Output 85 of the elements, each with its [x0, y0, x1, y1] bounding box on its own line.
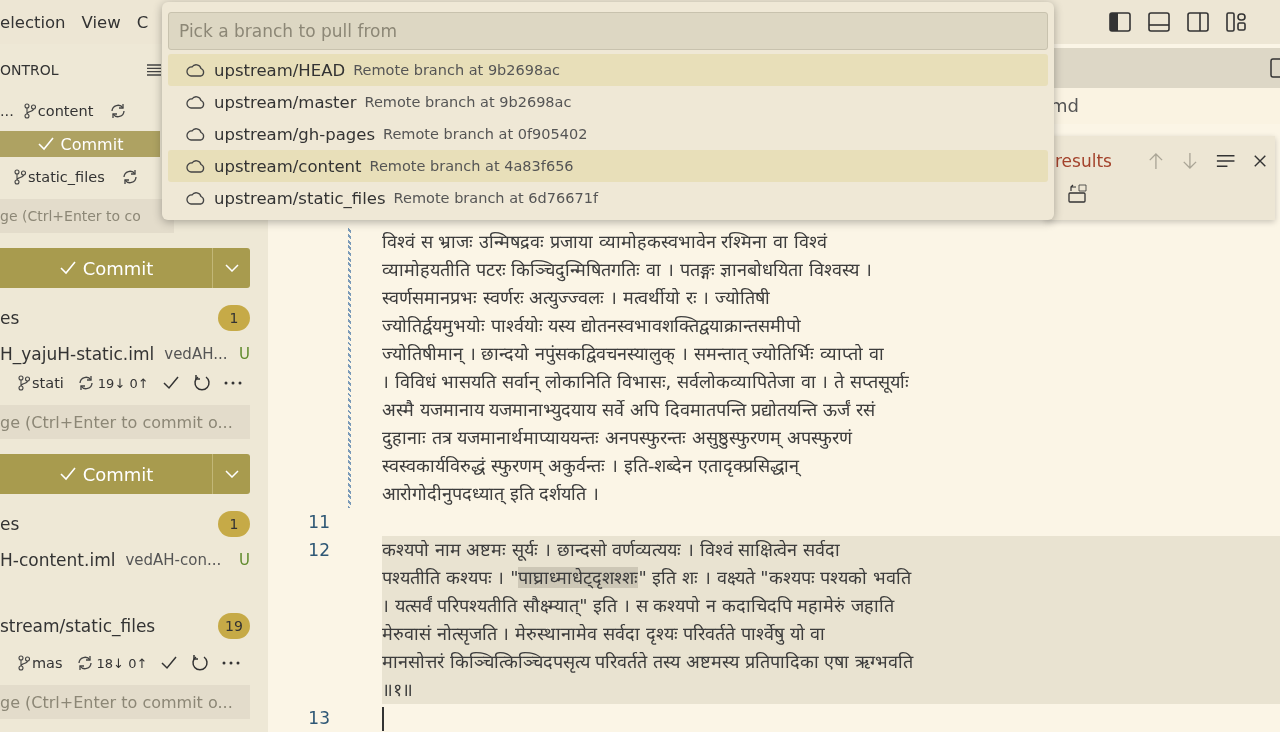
sync-icon: [109, 103, 128, 119]
chevron-down-icon: [224, 264, 239, 272]
branch-icon: [23, 103, 36, 119]
refresh-icon[interactable]: [191, 654, 210, 672]
line-number: 11: [308, 511, 330, 534]
sync-status[interactable]: [120, 169, 139, 185]
code-text: स्वस्वकार्यविरुद्धं स्फुरणम् अकुर्वन्तः । इति-शब्देन एतादृक्प्रसिद्धान्: [382, 454, 802, 479]
check-icon: [58, 466, 77, 482]
file-status: U: [239, 551, 250, 569]
cloud-icon: [186, 63, 206, 77]
branch-status[interactable]: content: [23, 103, 94, 119]
commit-message-field[interactable]: ge (Ctrl+Enter to co: [0, 199, 174, 233]
menu-item[interactable]: View: [81, 12, 121, 32]
code-text: । विविधं भासयति सर्वान् लोकानिति विभासः, सर्वलोकव्यापितेजा वा । ते सप्तसूर्याः: [382, 370, 910, 395]
group-label[interactable]: es: [0, 514, 20, 534]
sync-icon: [120, 169, 139, 185]
file-path: vedAH-con...: [125, 551, 223, 569]
repo-name[interactable]: stream/static_files: [0, 616, 156, 636]
branch-status[interactable]: stati: [18, 375, 64, 391]
branch-option[interactable]: upstream/master Remote branch at 9b2698ac: [168, 86, 1048, 118]
view-as-list-icon[interactable]: [146, 63, 162, 77]
branch-status[interactable]: mas: [18, 655, 63, 671]
code-text: । यत्सर्वं परिपश्यतीति सौक्ष्म्यात्" इति । स कश्यपो न कदाचिदपि महामेरुं जहाति: [382, 594, 896, 619]
count-badge: 1: [218, 511, 250, 537]
branch-option[interactable]: upstream/gh-pages Remote branch at 0f905402: [168, 118, 1048, 150]
code-text: ॥१॥: [382, 678, 414, 702]
sidebar-title: ONTROL: [0, 62, 59, 78]
sync-icon: [75, 655, 94, 671]
panel-toggle-icon[interactable]: [1148, 12, 1170, 32]
code-text: आरोगोदीनुपदध्यात् इति दर्शयति ।: [382, 482, 601, 507]
sync-icon: [76, 375, 95, 391]
code-text: ज्योतिषीमान् । छान्दयो नपुंसकद्विवचनस्यालुक् । समन्तात् ज्योतिर्भिः व्याप्तो वा: [382, 342, 885, 367]
code-text: मेरुवासं नोत्सृजति । मेरुस्थानामेव सर्वदा दृश्यः परिवर्तते पार्श्वेषु यो वा: [382, 622, 827, 647]
branch-icon: [18, 655, 30, 671]
sync-status[interactable]: [109, 103, 128, 119]
code-text: पश्यतीति कश्यपः । "पाघ्राध्माधेट्दृशश्शः" इति शः । वक्ष्यते "कश्यपः पश्यको भवति: [382, 566, 913, 591]
more-icon[interactable]: [223, 381, 242, 385]
branch-search-field[interactable]: Pick a branch to pull from: [168, 12, 1048, 50]
refresh-icon[interactable]: [192, 374, 211, 392]
count-badge: 1: [218, 305, 250, 331]
file-status: U: [239, 345, 250, 363]
replace-all-icon[interactable]: [1067, 182, 1089, 204]
code-text: दुहानाः तत्र यजमानार्थमाप्याययन्तः अनपस्फुरन्तः असुष्ठुस्फुरणम् अपस्फुरणं: [382, 426, 854, 452]
sidebar-toggle-icon[interactable]: [1109, 12, 1131, 32]
code-text: व्यामोहयतीति पटरः किञ्चिदुन्मिषितगतिः वा । पतङ्गः ज्ञानबोधयिता विश्वस्य ।: [382, 258, 873, 284]
sync-status[interactable]: 18↓ 0↑: [75, 655, 148, 671]
file-name[interactable]: H_yajuH-static.iml: [0, 344, 155, 364]
file-path: vedAH...: [164, 345, 229, 363]
cloud-icon: [186, 159, 206, 173]
sync-status[interactable]: 19↓ 0↑: [76, 375, 149, 391]
file-name[interactable]: H-content.iml: [0, 550, 116, 570]
layout-icon[interactable]: [1226, 12, 1248, 32]
close-icon[interactable]: [1252, 153, 1267, 169]
menu-item[interactable]: election: [0, 12, 66, 32]
find-result-text: results: [1055, 151, 1112, 171]
cloud-icon: [186, 127, 206, 141]
code-text: मानसोत्तरं किञ्चित्किञ्चिदपसृत्य परिवर्तते तस्य अष्टमस्य प्रतिपादिका एषा ऋग्भवति: [382, 650, 915, 675]
commit-check-icon[interactable]: [160, 655, 179, 671]
code-text: कश्यपो नाम अष्टमः सूर्यः । छान्दसो वर्णव्यत्ययः । विश्वं साक्षित्वेन सर्वदा: [382, 538, 842, 563]
group-label[interactable]: es: [0, 308, 20, 328]
code-text: अस्मै यजमानाय यजमानाभ्युदयाय सर्वे अपि दिवमातपन्ति प्रद्योतयन्ति ऊर्जं रसं: [382, 398, 877, 423]
menu-item[interactable]: C: [136, 12, 149, 32]
lines-icon[interactable]: [1215, 153, 1235, 169]
commit-message-field[interactable]: ge (Ctrl+Enter to commit o...: [0, 405, 250, 439]
cloud-icon: [186, 191, 206, 205]
code-text: विश्वं स भ्राजः उन्मिषद्रवः प्रजाया व्यामोहकस्वभावेन रश्मिना वा विश्वं: [382, 230, 829, 254]
branch-icon: [14, 169, 26, 185]
branch-icon: [18, 375, 30, 391]
commit-message-field[interactable]: ge (Ctrl+Enter to commit o...: [0, 685, 250, 719]
line-number: 13: [308, 707, 330, 730]
code-text: ज्योतिर्द्वयमुभयोः पार्श्वयोः यस्य द्योतनस्वभावशक्तिद्वयाक्रान्तसमीपो: [382, 314, 803, 339]
count-badge: 19: [218, 613, 250, 639]
branch-option[interactable]: upstream/HEAD Remote branch at 9b2698ac: [168, 54, 1048, 86]
more-icon[interactable]: [222, 661, 241, 665]
branch-option[interactable]: upstream/content Remote branch at 4a83f656: [168, 150, 1048, 182]
code-text: स्वर्णसमानप्रभः स्वर्णरः अत्युज्ज्वलः । मत्वर्थीयो रः । ज्योतिषी: [382, 286, 772, 311]
chevron-down-icon: [224, 470, 239, 478]
commit-check-icon[interactable]: [161, 375, 180, 391]
branch-status[interactable]: static_files: [14, 169, 105, 185]
check-icon: [36, 136, 55, 152]
check-icon: [58, 260, 77, 276]
cloud-icon: [186, 95, 206, 109]
split-toggle-icon[interactable]: [1187, 12, 1209, 32]
repo-name: ...: [0, 103, 14, 119]
line-number: 12: [308, 539, 330, 562]
